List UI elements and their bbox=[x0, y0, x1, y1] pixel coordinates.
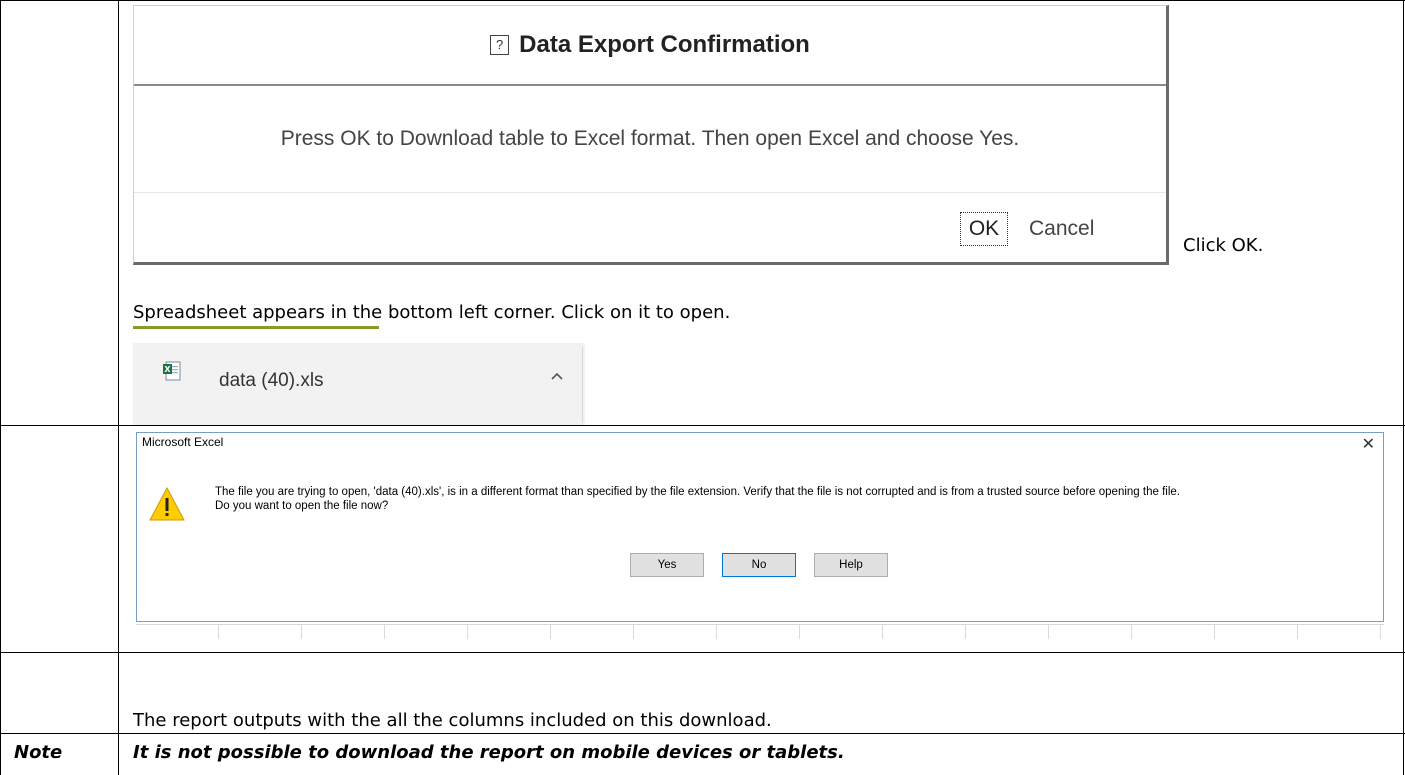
dialog-header: ? Data Export Confirmation bbox=[134, 6, 1166, 86]
table-row-divider-1 bbox=[0, 425, 1405, 426]
note-label: Note bbox=[14, 742, 63, 763]
no-button[interactable]: No bbox=[722, 553, 796, 577]
help-button[interactable]: Help bbox=[814, 553, 888, 577]
dialog-message: Press OK to Download table to Excel form… bbox=[280, 127, 1020, 150]
report-output-text: The report outputs with the all the colu… bbox=[133, 710, 772, 731]
download-file-name[interactable]: data (40).xls bbox=[219, 370, 324, 392]
excel-dialog-message: The file you are trying to open, 'data (… bbox=[215, 485, 1365, 513]
excel-file-icon[interactable]: X bbox=[163, 361, 181, 381]
table-border-right bbox=[1403, 0, 1404, 775]
dialog-title: Data Export Confirmation bbox=[519, 31, 810, 58]
table-border-left bbox=[0, 0, 1, 775]
dialog-footer: OK Cancel bbox=[134, 193, 1166, 262]
click-ok-instruction: Click OK. bbox=[1183, 235, 1264, 256]
dialog-body: Press OK to Download table to Excel form… bbox=[134, 86, 1166, 193]
excel-warning-dialog: Microsoft Excel ✕ The file you are tryin… bbox=[136, 432, 1384, 622]
table-row-divider-3 bbox=[0, 733, 1405, 734]
note-text: It is not possible to download the repor… bbox=[133, 742, 845, 763]
warning-icon bbox=[149, 487, 185, 521]
close-icon[interactable]: ✕ bbox=[1362, 434, 1375, 454]
excel-message-line-2: Do you want to open the file now? bbox=[215, 500, 389, 512]
excel-dialog-title: Microsoft Excel bbox=[142, 435, 224, 449]
cancel-button[interactable]: Cancel bbox=[1029, 212, 1094, 246]
ok-button[interactable]: OK bbox=[960, 212, 1008, 246]
excel-message-line-1: The file you are trying to open, 'data (… bbox=[215, 486, 1180, 498]
table-column-divider bbox=[118, 0, 119, 775]
data-export-dialog: ? Data Export Confirmation Press OK to D… bbox=[133, 5, 1169, 265]
yes-button[interactable]: Yes bbox=[630, 553, 704, 577]
svg-text:X: X bbox=[164, 365, 171, 374]
table-row-divider-2 bbox=[0, 652, 1405, 653]
text-underline bbox=[133, 326, 379, 329]
spreadsheet-instruction: Spreadsheet appears in the bottom left c… bbox=[133, 302, 731, 323]
help-icon: ? bbox=[490, 35, 510, 55]
download-bar: X data (40).xls bbox=[133, 343, 585, 425]
table-border-top bbox=[0, 0, 1405, 1]
chevron-up-icon[interactable] bbox=[550, 369, 564, 383]
download-bar-separator bbox=[582, 347, 583, 423]
excel-grid-strip bbox=[136, 624, 1384, 639]
